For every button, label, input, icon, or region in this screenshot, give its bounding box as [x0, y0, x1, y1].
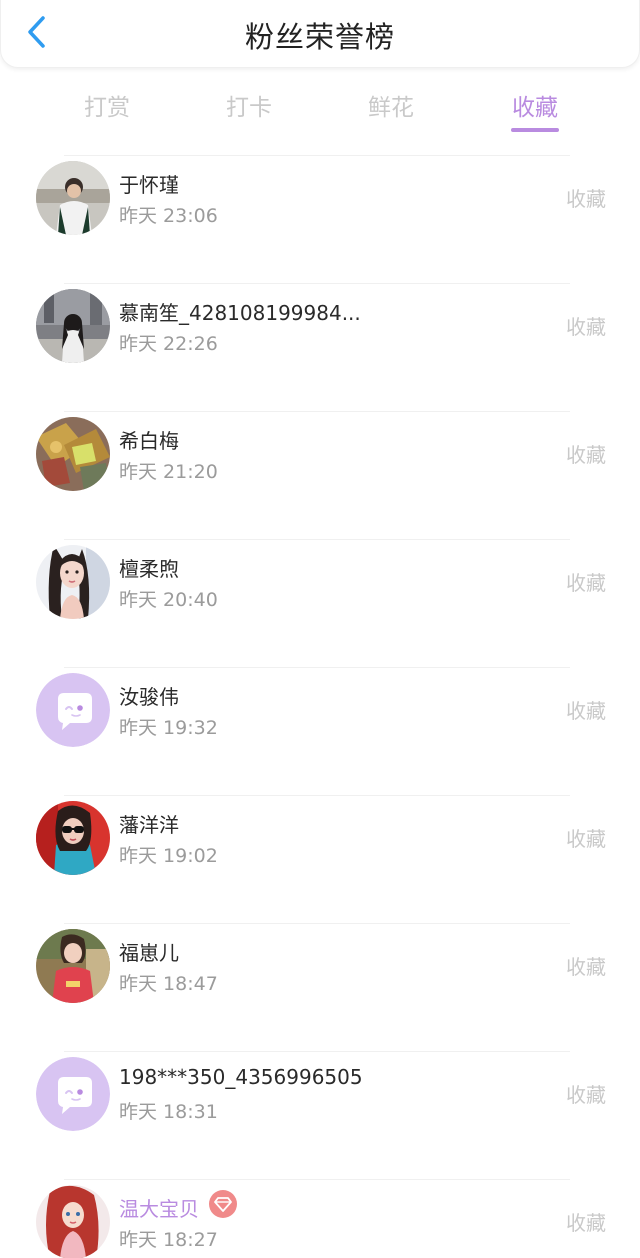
favorite-label: 收藏 — [566, 443, 606, 467]
avatar[interactable] — [36, 545, 110, 619]
fan-name: 慕南笙_428108199984... — [119, 301, 361, 325]
list-item[interactable]: 慕南笙_428108199984... 昨天 22:26 收藏 — [0, 283, 640, 411]
fan-name: 温大宝贝 — [119, 1197, 199, 1221]
tab-checkin[interactable]: 打卡 — [199, 88, 299, 122]
tab-reward[interactable]: 打赏 — [57, 88, 157, 122]
list-item[interactable]: 于怀瑾 昨天 23:06 收藏 — [0, 155, 640, 283]
fan-name: 希白梅 — [119, 429, 179, 453]
fan-name: 汝骏伟 — [119, 685, 179, 709]
fan-time: 昨天 19:32 — [119, 717, 218, 739]
fan-name: 198***350_4356996505 — [119, 1065, 363, 1089]
diamond-icon — [209, 1190, 237, 1218]
list-item[interactable]: 198***350_4356996505 昨天 18:31 收藏 — [0, 1051, 640, 1179]
avatar[interactable] — [36, 289, 110, 363]
list-item[interactable]: 希白梅 昨天 21:20 收藏 — [0, 411, 640, 539]
avatar[interactable] — [36, 801, 110, 875]
tab-bar: 打赏 打卡 鲜花 收藏 — [0, 80, 640, 140]
active-tab-indicator — [511, 128, 559, 132]
list-item[interactable]: 汝骏伟 昨天 19:32 收藏 — [0, 667, 640, 795]
tab-favorites[interactable]: 收藏 — [485, 88, 585, 122]
fan-time: 昨天 18:47 — [119, 973, 218, 995]
favorite-label: 收藏 — [566, 699, 606, 723]
fan-time: 昨天 23:06 — [119, 205, 218, 227]
list-item[interactable]: 福崽儿 昨天 18:47 收藏 — [0, 923, 640, 1051]
favorite-label: 收藏 — [566, 187, 606, 211]
fan-name: 福崽儿 — [119, 941, 179, 965]
fan-time: 昨天 21:20 — [119, 461, 218, 483]
favorite-label: 收藏 — [566, 1211, 606, 1235]
fan-time: 昨天 18:27 — [119, 1229, 218, 1251]
avatar[interactable] — [36, 417, 110, 491]
avatar[interactable] — [36, 929, 110, 1003]
list-item[interactable]: 温大宝贝 昨天 18:27 收藏 — [0, 1179, 640, 1258]
tab-flowers[interactable]: 鲜花 — [341, 88, 441, 122]
fan-time: 昨天 18:31 — [119, 1101, 218, 1123]
favorite-label: 收藏 — [566, 827, 606, 851]
top-nav-bar: 粉丝荣誉榜 — [0, 0, 640, 68]
fan-time: 昨天 22:26 — [119, 333, 218, 355]
favorite-label: 收藏 — [566, 955, 606, 979]
page-title: 粉丝荣誉榜 — [244, 20, 395, 54]
list-item[interactable]: 檀柔煦 昨天 20:40 收藏 — [0, 539, 640, 667]
avatar[interactable] — [36, 161, 110, 235]
list-item[interactable]: 藩洋洋 昨天 19:02 收藏 — [0, 795, 640, 923]
fan-name: 檀柔煦 — [119, 557, 179, 581]
fan-time: 昨天 20:40 — [119, 589, 218, 611]
fan-list: 于怀瑾 昨天 23:06 收藏 慕南笙_428108199984... 昨天 2… — [0, 155, 640, 1258]
favorite-label: 收藏 — [566, 1083, 606, 1107]
favorite-label: 收藏 — [566, 571, 606, 595]
avatar[interactable] — [36, 1185, 110, 1258]
fan-name: 藩洋洋 — [119, 813, 179, 837]
default-chat-avatar[interactable] — [36, 673, 110, 747]
favorite-label: 收藏 — [566, 315, 606, 339]
default-chat-avatar[interactable] — [36, 1057, 110, 1131]
fan-time: 昨天 19:02 — [119, 845, 218, 867]
fan-name: 于怀瑾 — [119, 173, 179, 197]
fan-honor-page: 粉丝荣誉榜 打赏 打卡 鲜花 收藏 于怀瑾 昨天 23:06 收藏 慕南笙_42… — [0, 0, 640, 1258]
